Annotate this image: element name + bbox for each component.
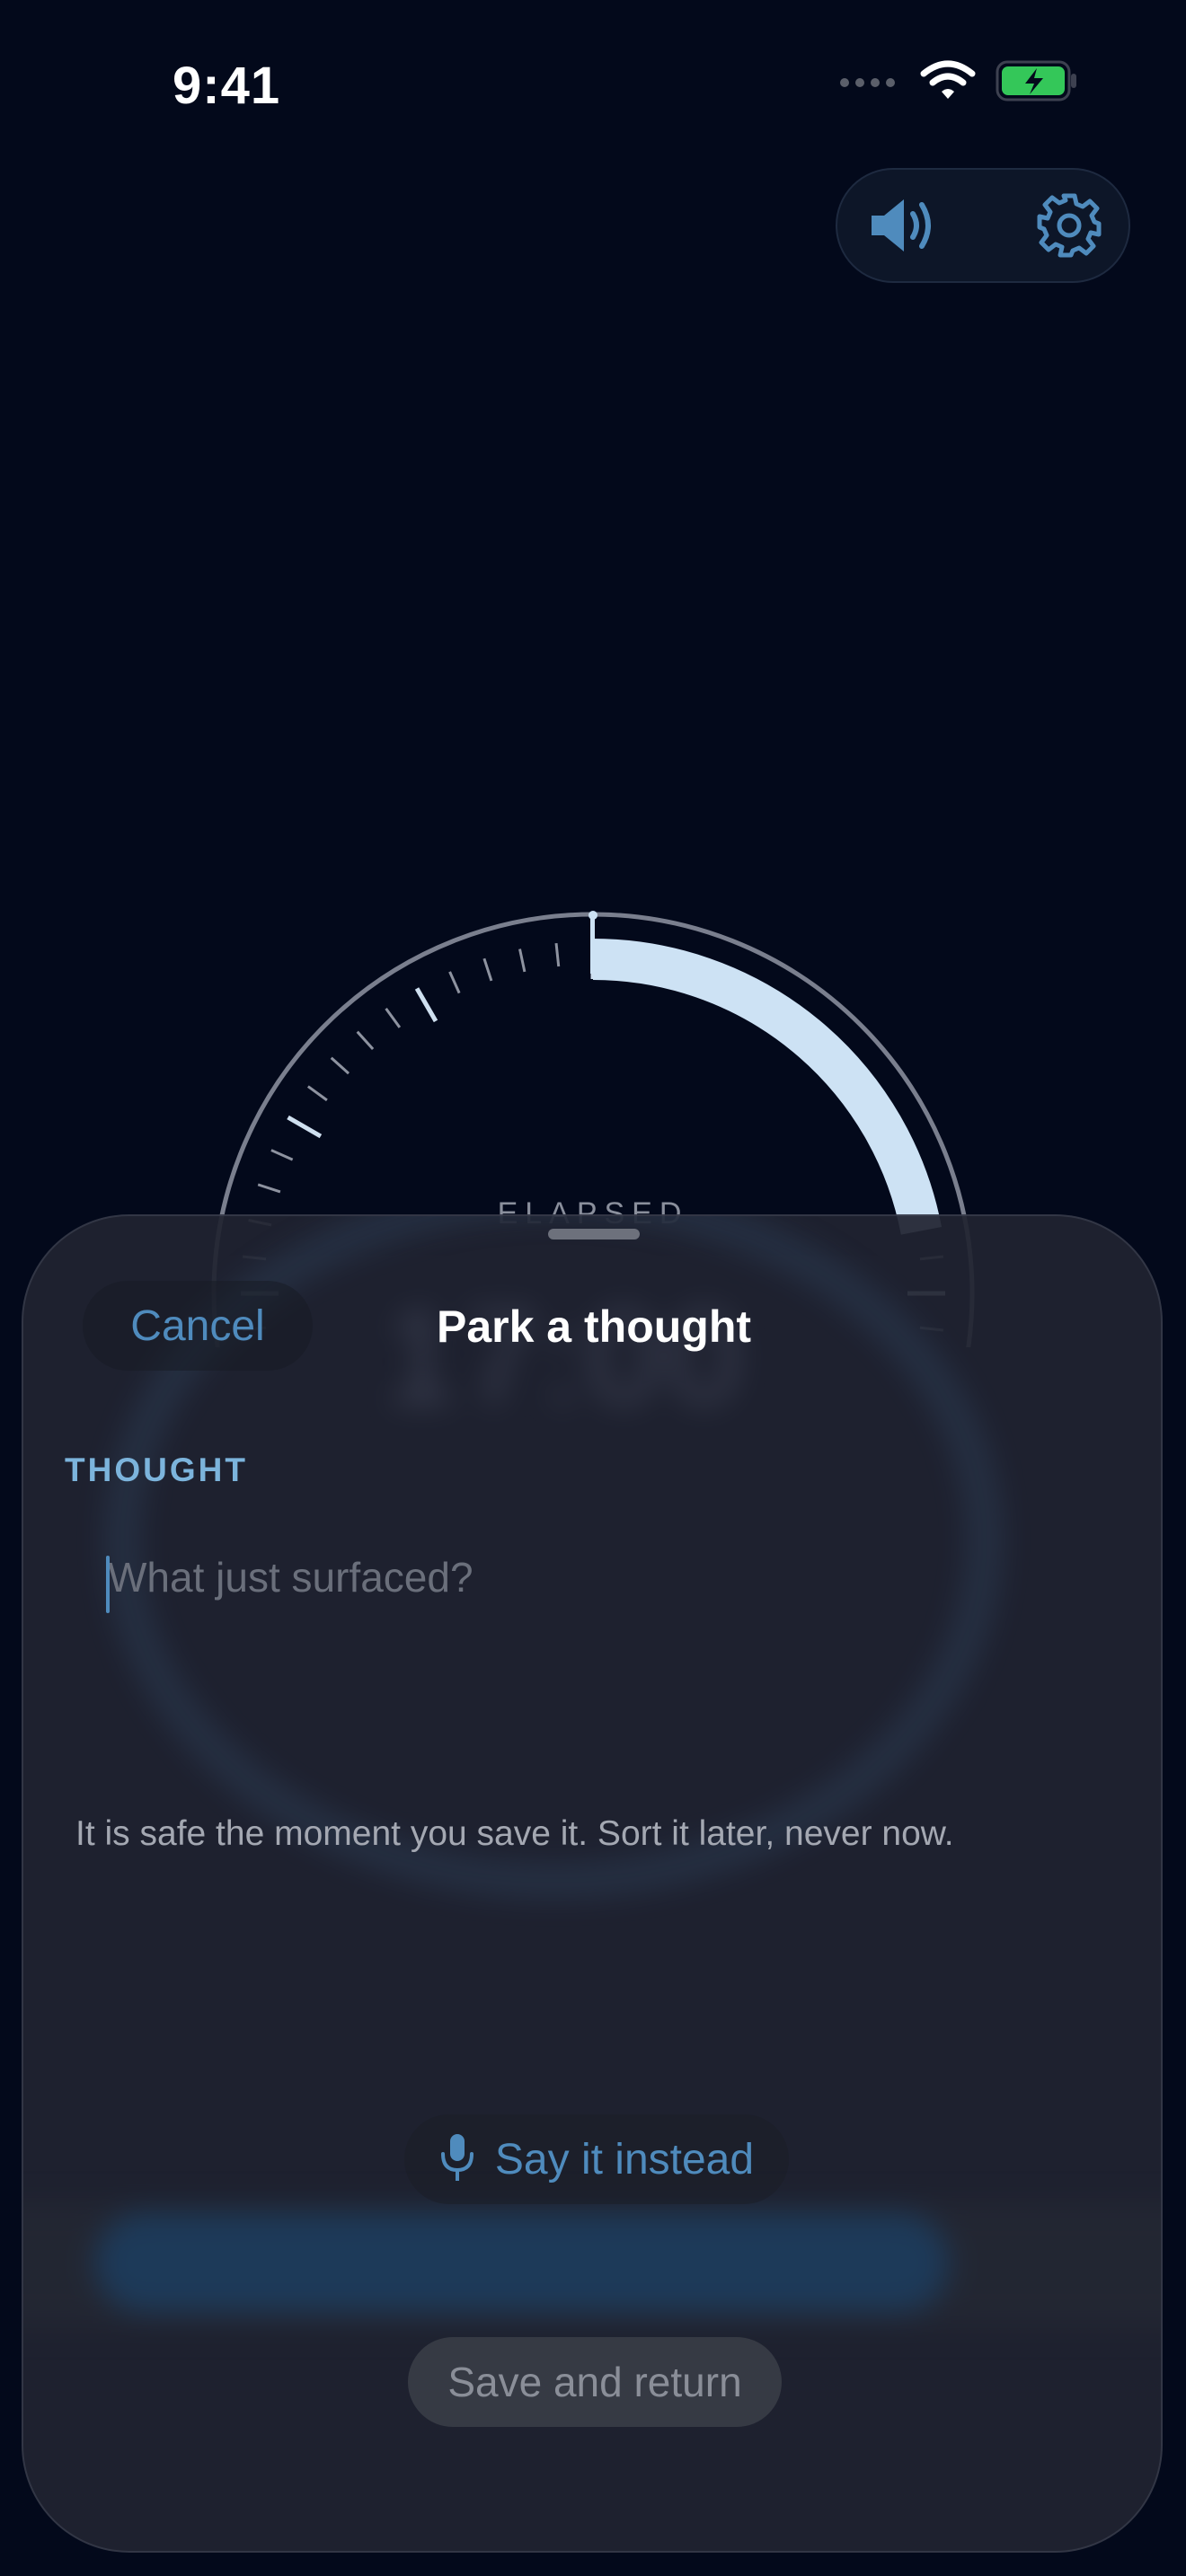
settings-button[interactable] — [1033, 191, 1105, 263]
text-cursor — [106, 1556, 110, 1613]
progress-arc — [592, 939, 942, 1235]
dial-start-needle — [590, 916, 595, 974]
sound-toggle-button[interactable] — [868, 191, 940, 263]
status-bar: 9:41 — [0, 0, 1186, 180]
sheet-grabber[interactable] — [548, 1229, 640, 1239]
save-and-return-button[interactable]: Save and return — [408, 2337, 782, 2427]
dial-tick — [385, 1007, 402, 1028]
header-toolbar — [836, 168, 1130, 283]
thought-input[interactable] — [88, 1550, 1123, 1712]
say-it-instead-button[interactable]: Say it instead — [404, 2114, 789, 2204]
dial-tick — [270, 1149, 294, 1161]
wifi-icon — [920, 59, 976, 107]
park-thought-sheet: 17:00 Cancel Park a thought THOUGHT It i… — [22, 1214, 1163, 2553]
dial-tick — [287, 1115, 323, 1139]
battery-charging-icon — [996, 60, 1078, 106]
dial-tick — [482, 957, 493, 982]
blurred-primary-button — [95, 2213, 949, 2312]
dial-tick — [518, 948, 527, 973]
status-time: 9:41 — [173, 57, 281, 115]
dial-tick — [306, 1085, 328, 1102]
gear-icon — [1036, 192, 1102, 263]
dial-tick — [257, 1183, 281, 1194]
status-icons — [837, 59, 1078, 107]
dial-tick — [330, 1056, 350, 1075]
sheet-title: Park a thought — [436, 1301, 752, 1352]
say-it-instead-label: Say it instead — [494, 2135, 755, 2183]
speaker-wave-icon — [868, 196, 940, 260]
dial-tick — [356, 1030, 375, 1051]
helper-text: It is safe the moment you save it. Sort … — [75, 1814, 954, 1853]
microphone-icon — [439, 2132, 475, 2187]
thought-field-label: THOUGHT — [65, 1451, 248, 1488]
dial-tick — [554, 942, 561, 967]
cellular-signal-icon — [837, 72, 900, 94]
dial-tick — [414, 987, 438, 1023]
dial-tick — [448, 971, 461, 994]
